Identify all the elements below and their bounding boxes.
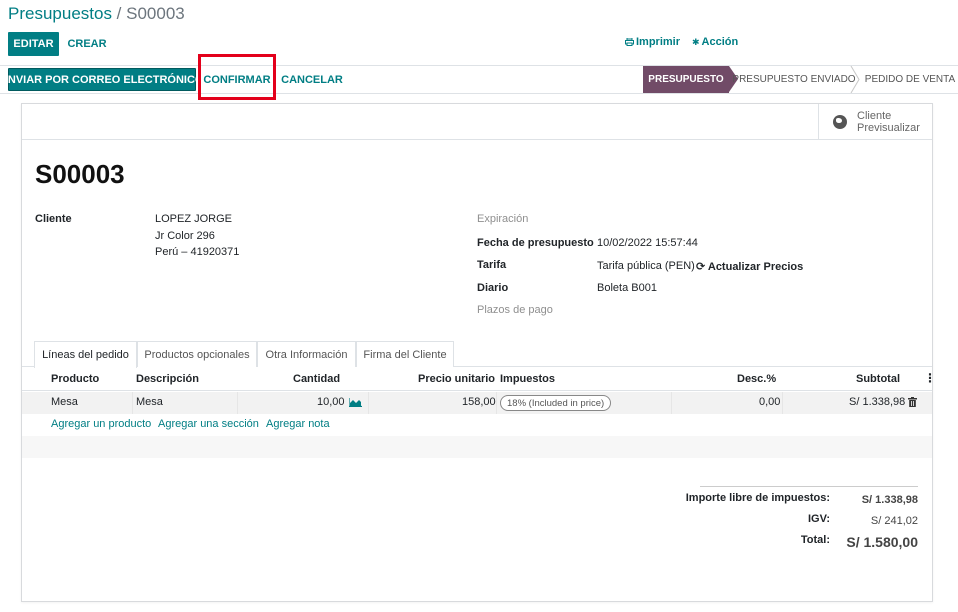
pricelist-value: Tarifa pública (PEN) [597, 260, 695, 272]
payment-terms-label: Plazos de pago [477, 304, 553, 316]
stage-pedido-de-venta[interactable]: PEDIDO DE VENTA [862, 66, 958, 93]
column-quantity[interactable]: Cantidad [293, 373, 340, 385]
totals-divider [700, 486, 918, 487]
action-label: Acción [701, 36, 739, 48]
globe-icon [833, 115, 847, 129]
cell-divider [368, 392, 369, 414]
customer-country-phone: Perú – 41920371 [155, 246, 240, 258]
column-product[interactable]: Producto [51, 373, 99, 385]
cell-discount[interactable]: 0,00 [759, 396, 780, 408]
gear-icon: ✱ [692, 37, 700, 47]
cell-quantity[interactable]: 10,00 [317, 396, 345, 408]
journal-label: Diario [477, 282, 509, 294]
record-title: S00003 [35, 159, 125, 189]
update-prices-label: Actualizar Precios [707, 261, 804, 273]
cell-subtotal: S/ 1.338,98 [849, 396, 906, 408]
print-label: Imprimir [636, 36, 681, 48]
expiration-label: Expiración [477, 213, 529, 225]
breadcrumb-current: S00003 [126, 4, 185, 23]
empty-row [22, 436, 932, 458]
add-note-link[interactable]: Agregar nota [266, 418, 330, 430]
optional-columns-icon[interactable]: ⋮ [924, 371, 936, 385]
cell-divider [237, 392, 238, 414]
stage-presupuesto-enviado[interactable]: PRESUPUESTO ENVIADO [732, 66, 855, 93]
print-icon [625, 37, 634, 46]
tax-badge[interactable]: 18% (Included in price) [500, 395, 612, 411]
preview-line-1: Cliente [857, 110, 892, 122]
quotation-date-value: 10/02/2022 15:57:44 [597, 237, 698, 249]
column-discount[interactable]: Desc.% [737, 373, 776, 385]
trash-icon[interactable] [908, 397, 917, 407]
pricelist-label: Tarifa [477, 259, 507, 271]
stage-separator-chevron [850, 66, 860, 93]
preview-line-2: Previsualizar [857, 122, 920, 134]
cell-description[interactable]: Mesa [136, 396, 163, 408]
total-label: Total: [800, 534, 830, 546]
tab-customer-signature[interactable]: Firma del Cliente [356, 341, 454, 367]
tab-other-info[interactable]: Otra Información [257, 341, 356, 367]
customer-preview-button[interactable]: Cliente Previsualizar [818, 104, 932, 140]
update-prices-button[interactable]: ⟳ Actualizar Precios [696, 260, 803, 273]
column-taxes[interactable]: Impuestos [500, 373, 555, 385]
cell-product[interactable]: Mesa [51, 396, 78, 408]
tax-value: S/ 241,02 [870, 515, 918, 527]
print-dropdown[interactable]: Imprimir [625, 36, 680, 48]
cancel-button[interactable]: CANCELAR [280, 68, 344, 91]
cell-divider [782, 392, 783, 414]
add-section-link[interactable]: Agregar una sección [158, 418, 259, 430]
column-subtotal[interactable]: Subtotal [856, 373, 900, 385]
total-value: S/ 1.580,00 [846, 534, 918, 550]
breadcrumb-separator: / [111, 4, 127, 23]
tab-order-lines[interactable]: Líneas del pedido [34, 341, 137, 368]
button-box [22, 104, 932, 140]
breadcrumb: Presupuestos / S00003 [8, 4, 185, 24]
customer-label: Cliente [35, 213, 72, 225]
untaxed-amount-label: Importe libre de impuestos: [685, 492, 830, 504]
column-description[interactable]: Descripción [136, 373, 199, 385]
column-unit-price[interactable]: Precio unitario [418, 373, 495, 385]
cell-divider [496, 392, 497, 414]
confirm-highlight-box [198, 54, 276, 100]
breadcrumb-parent-link[interactable]: Presupuestos [8, 4, 112, 23]
customer-name-link[interactable]: LOPEZ JORGE [155, 213, 232, 225]
customer-street: Jr Color 296 [155, 230, 215, 242]
untaxed-amount-value: S/ 1.338,98 [861, 494, 918, 506]
forecast-chart-icon[interactable] [349, 398, 362, 407]
cell-unit-price[interactable]: 158,00 [462, 396, 496, 408]
add-product-link[interactable]: Agregar un producto [51, 418, 151, 430]
cell-divider [132, 392, 133, 414]
send-by-email-button[interactable]: ENVIAR POR CORREO ELECTRÓNICO [1, 68, 203, 91]
tab-optional-products[interactable]: Productos opcionales [137, 341, 257, 367]
refresh-icon: ⟳ [696, 261, 706, 273]
stage-presupuesto[interactable]: PRESUPUESTO [643, 66, 729, 93]
create-button[interactable]: CREAR [64, 32, 110, 56]
journal-value: Boleta B001 [597, 282, 657, 294]
quotation-date-label: Fecha de presupuesto [477, 237, 594, 249]
customer-preview-label: Cliente Previsualizar [857, 110, 920, 134]
action-dropdown[interactable]: ✱ Acción [692, 36, 738, 48]
tax-label: IGV: [807, 513, 830, 525]
edit-button[interactable]: EDITAR [8, 32, 59, 56]
cell-divider [671, 392, 672, 414]
